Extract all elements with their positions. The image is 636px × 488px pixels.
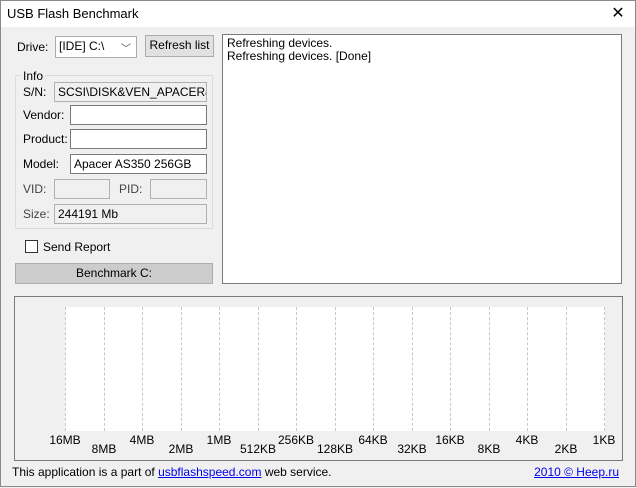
size-field[interactable]: 244191 Mb xyxy=(54,204,207,224)
footer-suffix: web service. xyxy=(261,465,332,479)
log-line: Refreshing devices. [Done] xyxy=(227,49,372,63)
vendor-field[interactable] xyxy=(70,105,207,125)
model-field[interactable]: Apacer AS350 256GB xyxy=(70,154,207,174)
sn-label: S/N: xyxy=(23,85,47,99)
drive-label: Drive: xyxy=(17,40,49,54)
product-label: Product: xyxy=(23,132,68,146)
footer-text: This application is a part of usbflashsp… xyxy=(12,465,332,479)
size-label: Size: xyxy=(23,207,50,221)
send-report-label: Send Report xyxy=(43,240,111,254)
refresh-list-button[interactable]: Refresh list xyxy=(145,35,214,57)
drive-select[interactable]: [IDE] C:\ ﹀ xyxy=(55,36,137,58)
close-icon[interactable]: ✕ xyxy=(605,3,631,25)
window-title: USB Flash Benchmark xyxy=(7,6,139,21)
footer-prefix: This application is a part of xyxy=(12,465,159,479)
drive-select-value: [IDE] C:\ xyxy=(59,39,105,53)
benchmark-button[interactable]: Benchmark C: xyxy=(15,263,213,284)
send-report-checkbox[interactable] xyxy=(25,240,38,253)
chart-plot-area xyxy=(65,307,605,431)
model-label: Model: xyxy=(23,157,60,171)
heep-link[interactable]: 2010 © Heep.ru xyxy=(534,465,619,479)
vendor-label: Vendor: xyxy=(23,108,65,122)
vid-field[interactable] xyxy=(54,179,110,199)
vid-label: VID: xyxy=(23,182,47,196)
pid-label: PID: xyxy=(119,182,143,196)
sn-field[interactable]: SCSI\DISK&VEN_APACER&PROD_AS350 xyxy=(54,82,207,102)
info-group-label: Info xyxy=(21,69,46,83)
product-field[interactable] xyxy=(70,129,207,149)
usbflashspeed-link[interactable]: usbflashspeed.com xyxy=(158,465,261,479)
log-textarea[interactable]: Refreshing devices. Refreshing devices. … xyxy=(222,34,622,284)
pid-field[interactable] xyxy=(150,179,207,199)
chevron-down-icon: ﹀ xyxy=(121,44,131,55)
